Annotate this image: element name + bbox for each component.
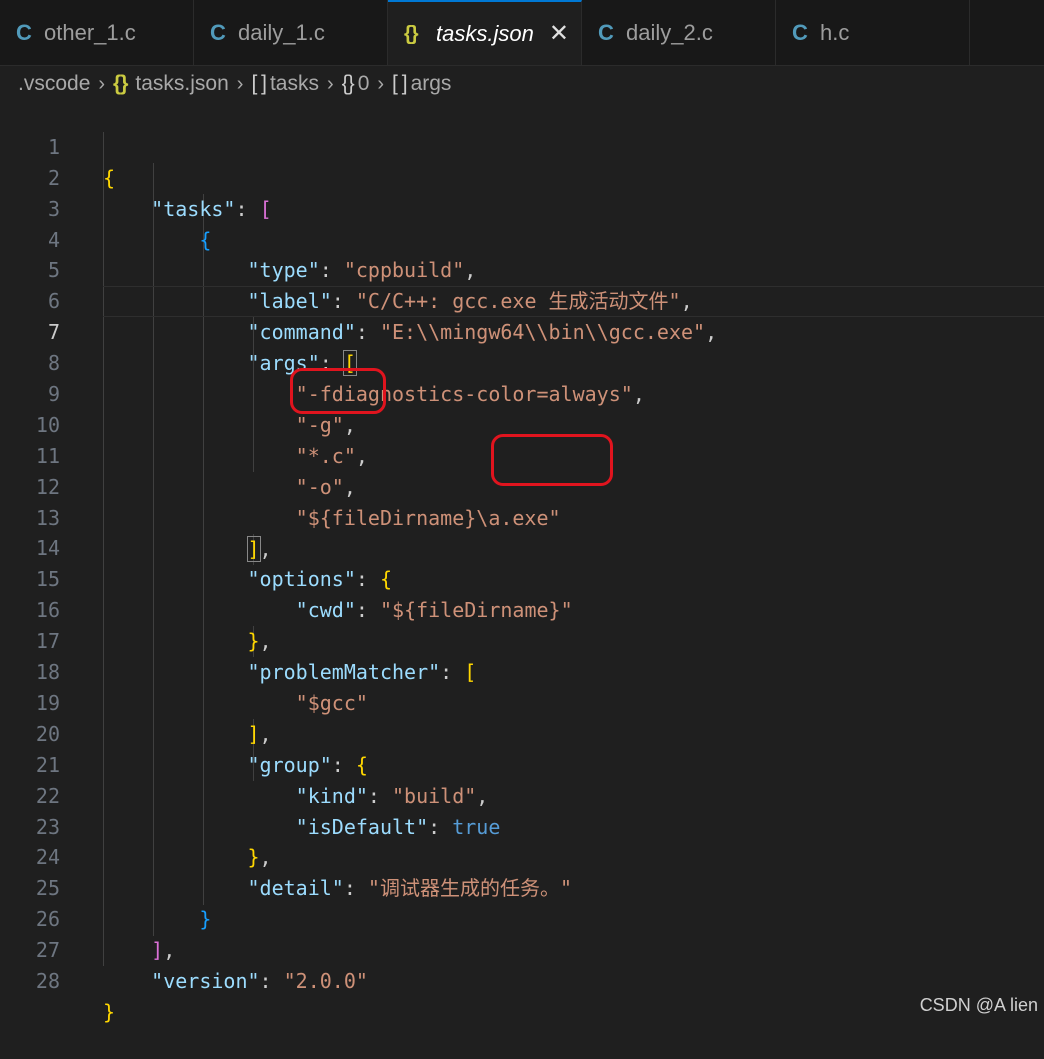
- code-line: 5 "label": "C/C++: gcc.exe 生成活动文件",: [0, 225, 1044, 313]
- annotation-outline-a-exe: [491, 434, 613, 486]
- json-key: "version": [151, 968, 260, 993]
- code-line: 27 "version": "2.0.0": [0, 904, 1044, 993]
- tab-label: tasks.json: [436, 21, 534, 46]
- c-file-icon: C: [210, 20, 226, 45]
- object-icon: {}: [341, 72, 355, 95]
- chevron-right-icon: ›: [236, 72, 244, 95]
- tab-label: daily_2.c: [626, 20, 713, 45]
- code-line: 9 "-g",: [0, 348, 1044, 437]
- c-file-icon: C: [16, 20, 32, 45]
- breadcrumb-symbol-0[interactable]: 0: [358, 72, 370, 96]
- code-line: 23 },: [0, 781, 1044, 870]
- breadcrumb-file[interactable]: tasks.json: [135, 72, 228, 96]
- code-line: 18 "$gcc": [0, 626, 1044, 715]
- code-line-current: 7 "args": [: [0, 286, 1044, 377]
- code-editor[interactable]: 1 { 2 "tasks": [ 3 { 4 "type": "cppbuild…: [0, 101, 1044, 1024]
- code-line: 26 ],: [0, 873, 1044, 962]
- tab-label: other_1.c: [44, 20, 136, 45]
- json-file-icon: {}: [113, 72, 128, 95]
- tab-h-c[interactable]: C h.c: [776, 0, 970, 65]
- breadcrumb-symbol-tasks[interactable]: tasks: [270, 72, 319, 96]
- tab-tasks-json[interactable]: {} tasks.json ✕: [388, 0, 582, 65]
- chevron-right-icon: ›: [377, 72, 385, 95]
- array-icon: [ ]: [392, 72, 407, 95]
- chevron-right-icon: ›: [326, 72, 334, 95]
- code-line: 2 "tasks": [: [0, 132, 1044, 221]
- code-line: 17 "problemMatcher": [: [0, 595, 1044, 684]
- watermark: CSDN @A lien: [919, 995, 1038, 1015]
- code-line: 14 "options": {: [0, 503, 1044, 591]
- breadcrumb-folder[interactable]: .vscode: [18, 72, 90, 96]
- json-string: "2.0.0": [283, 968, 368, 993]
- chevron-right-icon: ›: [98, 72, 106, 95]
- code-line: 28 }: [0, 935, 1044, 1024]
- code-line: 3 {: [0, 163, 1044, 252]
- code-line: 21 "kind": "build",: [0, 719, 1044, 808]
- code-line: 24 "detail": "调试器生成的任务。": [0, 811, 1044, 900]
- tab-label: daily_1.c: [238, 20, 325, 45]
- code-line: 6 "command": "E:\\mingw64\\bin\\gcc.exe"…: [0, 255, 1044, 344]
- annotation-outline-star-c: [290, 368, 386, 414]
- breadcrumb-symbol-args[interactable]: args: [411, 72, 452, 96]
- close-icon[interactable]: ✕: [549, 22, 569, 46]
- code-line: 25 }: [0, 842, 1044, 931]
- c-file-icon: C: [792, 20, 808, 45]
- code-line: 8 "-fdiagnostics-color=always",: [0, 317, 1044, 406]
- code-line: 1 {: [0, 101, 1044, 190]
- array-icon: [ ]: [251, 72, 266, 95]
- breadcrumb: .vscode › {} tasks.json › [ ] tasks › {}…: [0, 66, 1044, 102]
- tab-other-1-c[interactable]: C other_1.c: [0, 0, 194, 65]
- json-file-icon: {}: [404, 22, 419, 45]
- line-number: 28: [35, 968, 60, 993]
- code-line: 16 },: [0, 564, 1044, 653]
- code-line: 10 "*.c",: [0, 379, 1044, 468]
- c-file-icon: C: [598, 20, 614, 45]
- tab-daily-2-c[interactable]: C daily_2.c: [582, 0, 776, 65]
- code-line: 15 "cwd": "${fileDirname}": [0, 533, 1044, 622]
- code-line: 4 "type": "cppbuild",: [0, 194, 1044, 283]
- code-line: 19 ],: [0, 657, 1044, 746]
- tab-daily-1-c[interactable]: C daily_1.c: [194, 0, 388, 65]
- code-line: 22 "isDefault": true: [0, 750, 1044, 839]
- code-line: 20 "group": {: [0, 688, 1044, 777]
- tab-label: h.c: [820, 20, 850, 45]
- editor-tab-bar: C other_1.c C daily_1.c {} tasks.json ✕ …: [0, 0, 1044, 66]
